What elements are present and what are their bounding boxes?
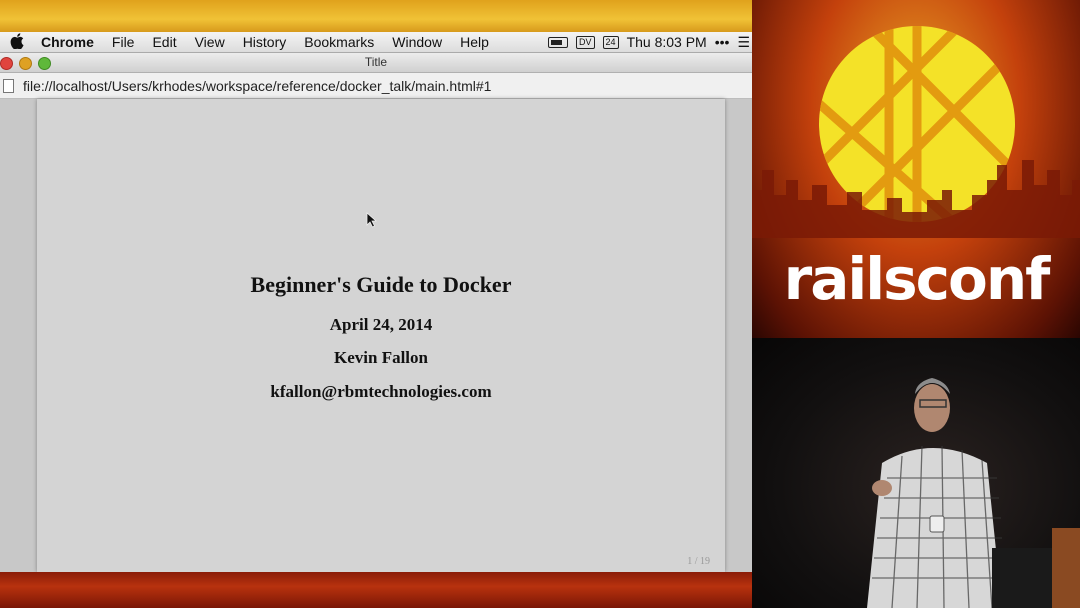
window-titlebar: Title	[0, 53, 752, 73]
calendar-icon[interactable]: 24	[602, 35, 619, 49]
menu-bookmarks[interactable]: Bookmarks	[295, 34, 383, 50]
stage-backdrop-bottom	[0, 572, 752, 608]
tray-badge-icon[interactable]: DV	[576, 35, 595, 49]
conference-panel: railsconf	[752, 0, 1080, 608]
menu-history[interactable]: History	[234, 34, 296, 50]
address-bar[interactable]: file://localhost/Users/krhodes/workspace…	[0, 73, 752, 99]
speaker-video	[752, 338, 1080, 608]
url-text[interactable]: file://localhost/Users/krhodes/workspace…	[23, 78, 491, 94]
menu-file[interactable]: File	[103, 34, 144, 50]
railsconf-branding: railsconf	[752, 0, 1080, 338]
status-tray: DV 24 Thu 8:03 PM ••• ☰	[548, 34, 752, 51]
menu-window[interactable]: Window	[383, 34, 451, 50]
speaker-figure	[867, 378, 1080, 608]
window-title: Title	[364, 55, 388, 69]
menu-edit[interactable]: Edit	[143, 34, 185, 50]
clock[interactable]: Thu 8:03 PM	[627, 34, 707, 50]
apple-icon[interactable]	[10, 32, 32, 52]
menu-app-chrome[interactable]: Chrome	[32, 34, 103, 50]
more-icon[interactable]: •••	[715, 34, 730, 50]
slide-title: Beginner's Guide to Docker	[250, 272, 512, 297]
slide-date: April 24, 2014	[329, 315, 433, 334]
skyline-icon	[752, 160, 1080, 238]
list-icon[interactable]: ☰	[737, 34, 750, 51]
stage-backdrop-top	[0, 0, 752, 32]
menu-help[interactable]: Help	[451, 34, 498, 50]
page-indicator: 1 / 19	[687, 556, 710, 567]
menu-bar: Chrome File Edit View History Bookmarks …	[0, 32, 752, 53]
page-icon	[3, 78, 14, 93]
slide: Beginner's Guide to Docker April 24, 201…	[37, 99, 725, 572]
menu-view[interactable]: View	[186, 34, 234, 50]
railsconf-logo: railsconf	[783, 245, 1051, 313]
browser-viewport: Beginner's Guide to Docker April 24, 201…	[0, 99, 752, 572]
battery-icon[interactable]	[548, 36, 569, 48]
mouse-cursor-icon	[366, 212, 378, 228]
slide-author: Kevin Fallon	[334, 348, 428, 367]
slide-email: kfallon@rbmtechnologies.com	[270, 382, 492, 401]
